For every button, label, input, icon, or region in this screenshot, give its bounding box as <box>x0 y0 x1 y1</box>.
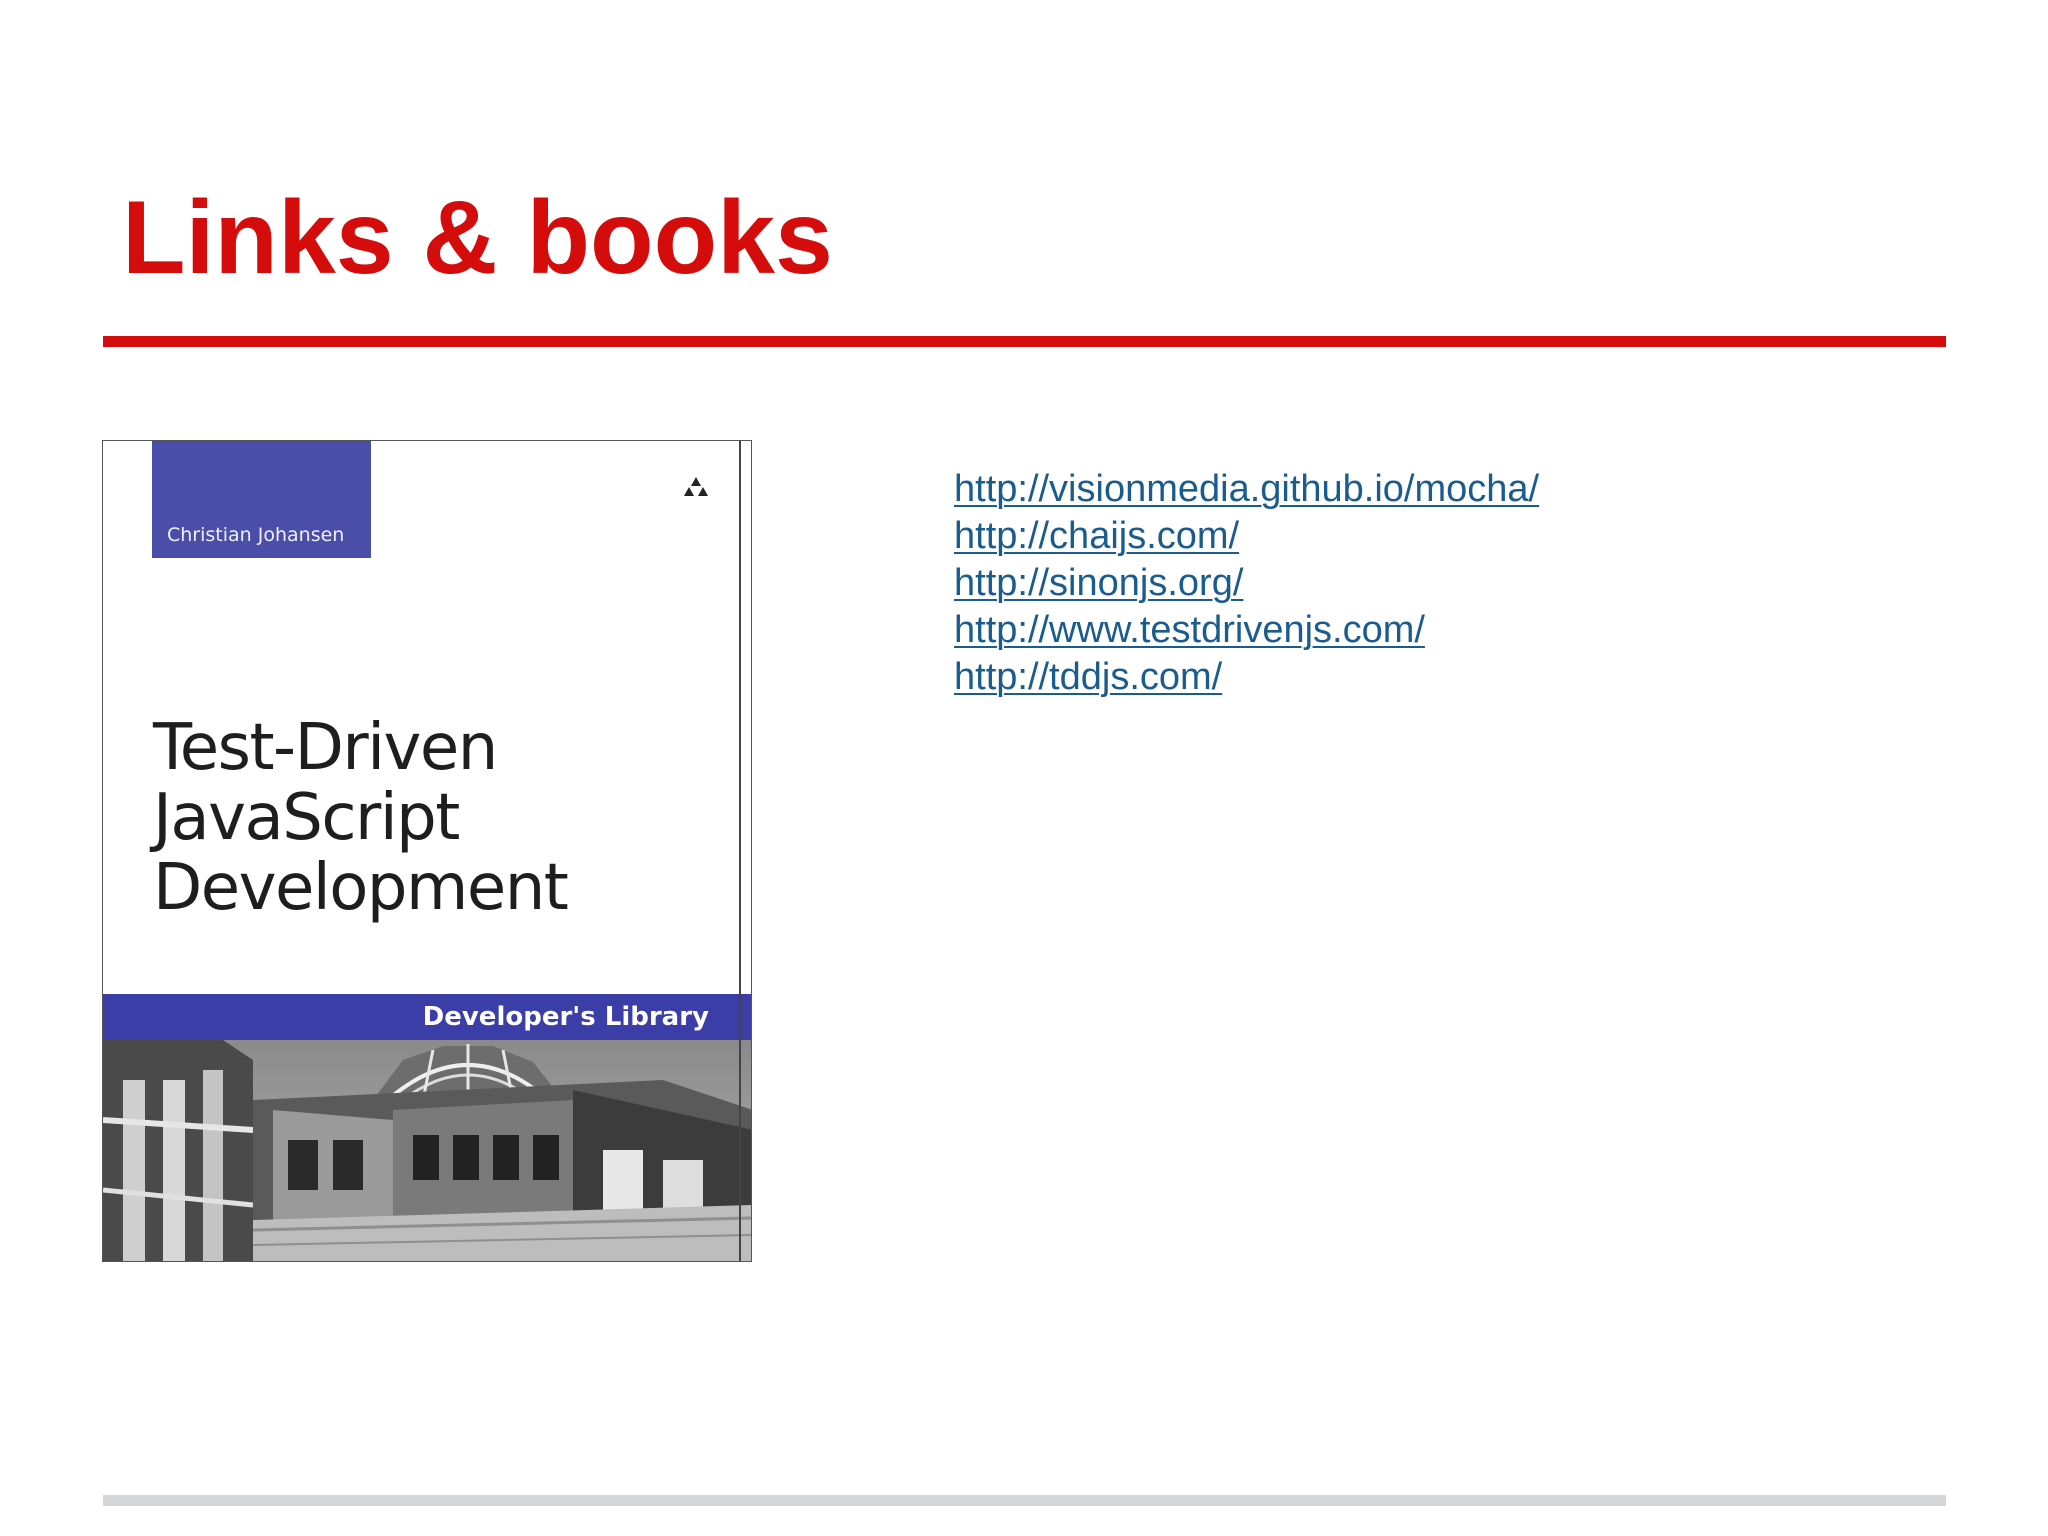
title-divider <box>103 336 1946 347</box>
series-band: Developer's Library <box>103 994 751 1040</box>
book-title-line: Development <box>153 851 569 925</box>
book-author: Christian Johansen <box>167 524 345 546</box>
book-cover-image: Christian Johansen Test-Driven JavaScrip… <box>102 440 752 1262</box>
link-testdrivenjs[interactable]: http://www.testdrivenjs.com/ <box>954 609 1425 651</box>
book-title: Test-Driven JavaScript Development <box>153 711 569 925</box>
cover-photo-illustration <box>103 1040 751 1261</box>
list-item: http://sinonjs.org/ <box>954 560 1539 607</box>
series-label: Developer's Library <box>422 1002 709 1032</box>
publisher-logo-icon <box>684 477 708 496</box>
link-mocha[interactable]: http://visionmedia.github.io/mocha/ <box>954 468 1539 510</box>
list-item: http://www.testdrivenjs.com/ <box>954 607 1539 654</box>
footer-divider <box>103 1495 1946 1506</box>
link-sinonjs[interactable]: http://sinonjs.org/ <box>954 562 1243 604</box>
link-chaijs[interactable]: http://chaijs.com/ <box>954 515 1239 557</box>
cover-edge-line <box>739 441 741 1261</box>
link-tddjs[interactable]: http://tddjs.com/ <box>954 656 1222 698</box>
book-title-line: Test-Driven <box>153 711 498 785</box>
list-item: http://tddjs.com/ <box>954 654 1539 701</box>
list-item: http://visionmedia.github.io/mocha/ <box>954 466 1539 513</box>
links-list: http://visionmedia.github.io/mocha/ http… <box>954 466 1539 701</box>
book-title-line: JavaScript <box>153 781 460 855</box>
list-item: http://chaijs.com/ <box>954 513 1539 560</box>
slide-title: Links & books <box>122 180 833 296</box>
author-box: Christian Johansen <box>152 441 371 558</box>
